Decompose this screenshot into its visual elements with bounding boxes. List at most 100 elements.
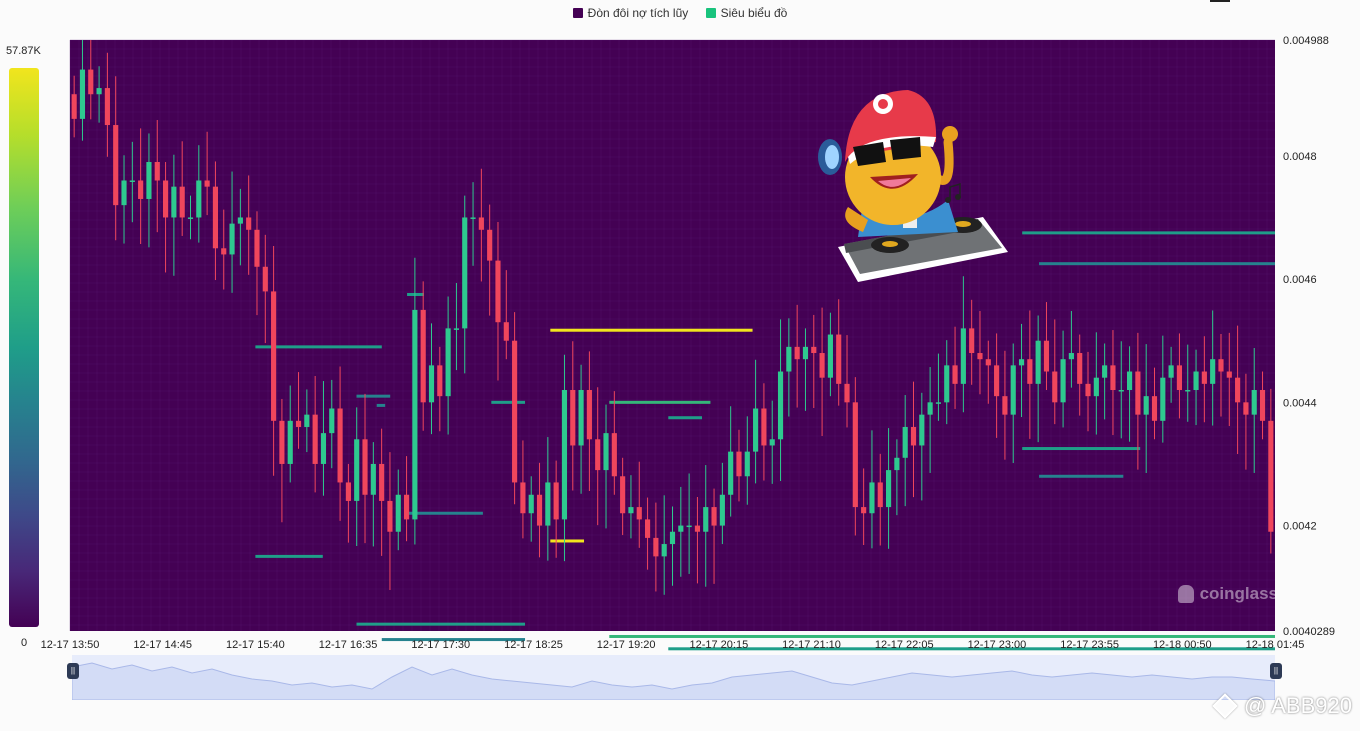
candle-down bbox=[1226, 371, 1232, 378]
candle-up bbox=[287, 420, 293, 464]
candle-down bbox=[636, 507, 642, 520]
candle-down bbox=[653, 537, 659, 557]
x-axis-tick-label: 12-18 00:50 bbox=[1153, 639, 1212, 651]
y-axis-tick-label: 0.0044 bbox=[1283, 397, 1317, 409]
liquidation-level-line bbox=[491, 400, 526, 404]
candle-down bbox=[570, 390, 576, 446]
candle-down bbox=[179, 186, 185, 218]
candle-down bbox=[312, 414, 318, 464]
candle-down bbox=[71, 94, 77, 119]
x-axis-tick-label: 12-17 14:45 bbox=[133, 639, 192, 651]
candle-up bbox=[470, 217, 476, 219]
candle-up bbox=[1193, 371, 1199, 391]
liquidation-level-line bbox=[1039, 474, 1124, 478]
candle-up bbox=[935, 402, 942, 404]
liquidation-level-line bbox=[1022, 447, 1141, 451]
liquidation-level-line bbox=[609, 634, 1275, 638]
candle-up bbox=[944, 365, 950, 403]
y-axis-tick-label: 0.0046 bbox=[1283, 274, 1317, 286]
candle-down bbox=[611, 433, 617, 477]
candle-down bbox=[1235, 377, 1241, 403]
liquidation-heatmap-chart[interactable]: 0.004988 0.0048 0.0046 0.0044 0.0042 0.004028… bbox=[0, 0, 1360, 731]
candle-down bbox=[478, 217, 484, 230]
liquidation-level-line bbox=[255, 554, 323, 558]
candle-down bbox=[487, 229, 493, 261]
candle-up bbox=[146, 162, 152, 199]
candle-up bbox=[927, 402, 933, 415]
liquidation-level-line bbox=[609, 400, 711, 404]
candle-up bbox=[354, 439, 360, 501]
candle-down bbox=[595, 439, 601, 471]
candle-up bbox=[304, 414, 310, 427]
candle-down bbox=[1201, 371, 1207, 384]
candle-down bbox=[88, 69, 94, 95]
candle-down bbox=[1135, 371, 1141, 415]
candle-up bbox=[329, 408, 335, 434]
candle-down bbox=[844, 383, 850, 403]
candle-up bbox=[661, 544, 667, 557]
candle-down bbox=[1218, 359, 1224, 372]
candle-up bbox=[370, 463, 376, 495]
candle-up bbox=[237, 217, 243, 224]
candle-down bbox=[620, 476, 626, 514]
time-range-navigator[interactable] bbox=[71, 655, 1276, 701]
candle-up bbox=[1102, 365, 1108, 378]
candle-down bbox=[495, 260, 501, 323]
candle-up bbox=[786, 346, 792, 372]
candle-up bbox=[919, 414, 925, 446]
x-axis-tick-label: 12-17 23:00 bbox=[968, 639, 1027, 651]
liquidation-level-line bbox=[1022, 231, 1275, 235]
navigator-right-handle[interactable]: || bbox=[1270, 663, 1282, 679]
candle-up bbox=[1035, 340, 1041, 384]
y-axis-tick-label: 0.0040289 bbox=[1283, 626, 1335, 638]
candle-up bbox=[229, 223, 235, 255]
candle-down bbox=[861, 507, 867, 514]
liquidation-level-line bbox=[550, 328, 753, 332]
candle-down bbox=[104, 88, 110, 126]
candle-down bbox=[204, 180, 210, 187]
candle-down bbox=[952, 365, 958, 384]
music-notes-icon bbox=[945, 182, 961, 203]
dj-mascot-sticker bbox=[818, 90, 1008, 282]
x-axis-tick-label: 12-17 23:55 bbox=[1060, 639, 1119, 651]
candle-down bbox=[379, 463, 385, 501]
candle-down bbox=[254, 229, 260, 267]
candle-down bbox=[644, 519, 651, 538]
candle-up bbox=[96, 88, 102, 95]
candle-up bbox=[462, 217, 468, 329]
candle-down bbox=[694, 525, 701, 532]
x-axis-tick-label: 12-17 15:40 bbox=[226, 639, 285, 651]
candle-down bbox=[994, 365, 1000, 397]
candle-down bbox=[246, 217, 252, 230]
candle-down bbox=[761, 408, 767, 446]
candle-down bbox=[387, 500, 393, 532]
candle-down bbox=[295, 420, 302, 427]
candle-up bbox=[1210, 359, 1216, 384]
candle-down bbox=[877, 482, 883, 508]
candle-up bbox=[121, 180, 127, 206]
navigator-left-handle[interactable]: || bbox=[67, 663, 79, 679]
candle-up bbox=[719, 494, 725, 526]
x-axis-tick-label: 12-17 16:35 bbox=[319, 639, 378, 651]
candle-up bbox=[777, 371, 784, 440]
candle-down bbox=[969, 328, 975, 354]
candle-up bbox=[678, 525, 684, 532]
candle-up bbox=[669, 531, 676, 545]
candle-up bbox=[728, 451, 734, 495]
liquidation-level-line bbox=[407, 511, 483, 515]
candle-up bbox=[1018, 359, 1025, 366]
x-axis-tick-label: 12-17 20:15 bbox=[689, 639, 748, 651]
candle-up bbox=[561, 390, 568, 520]
candle-up bbox=[1068, 353, 1074, 360]
candle-down bbox=[1077, 353, 1083, 384]
candle-down bbox=[736, 451, 742, 477]
candle-up bbox=[1185, 390, 1191, 392]
candle-down bbox=[279, 420, 285, 464]
candle-down bbox=[553, 482, 559, 520]
candle-down bbox=[138, 180, 144, 199]
candle-down bbox=[1110, 365, 1116, 391]
liquidation-level-line bbox=[356, 394, 391, 398]
x-axis-tick-label: 12-17 17:30 bbox=[411, 639, 470, 651]
y-axis-tick-label: 0.0042 bbox=[1283, 521, 1317, 533]
candle-down bbox=[1085, 383, 1091, 397]
